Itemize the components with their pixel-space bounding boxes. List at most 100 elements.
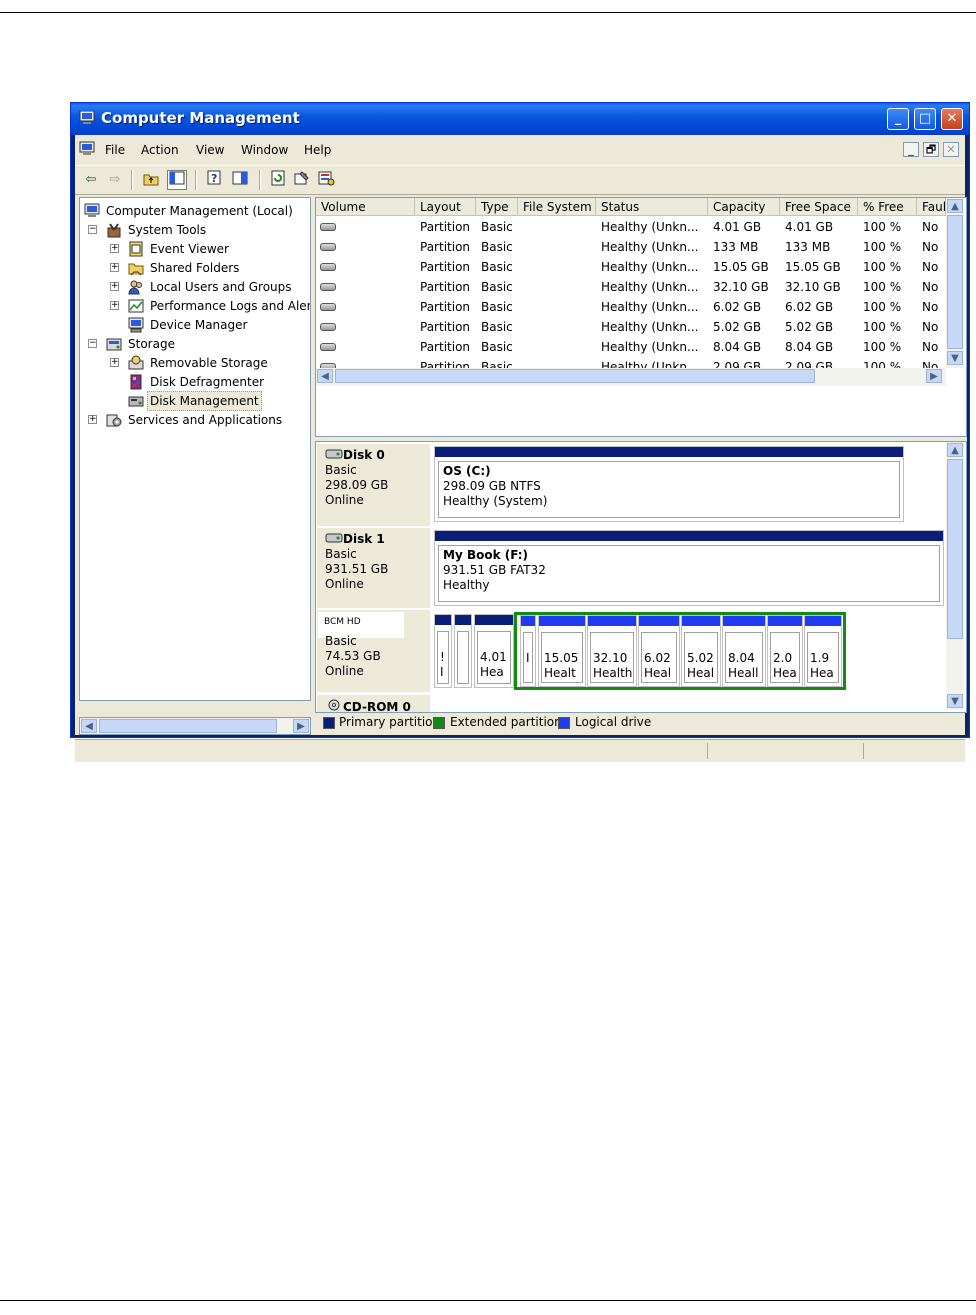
volume-cell[interactable]: 4.01 GB (785, 218, 857, 236)
scroll-right-icon[interactable]: ▶ (926, 369, 942, 383)
disk-vertical-scrollbar[interactable]: ▲ ▼ (946, 442, 964, 710)
column-header-free-space[interactable]: Free Space (780, 198, 858, 216)
volume-cell[interactable]: 133 MB (713, 238, 779, 256)
volume-cell[interactable]: 15.05 GB (713, 258, 779, 276)
collapse-icon[interactable]: − (88, 339, 97, 348)
scrollbar-thumb[interactable] (947, 215, 963, 349)
volume-cell[interactable]: Partition (420, 258, 475, 276)
volume-vertical-scrollbar[interactable]: ▲ ▼ (946, 198, 964, 368)
volume-cell[interactable]: 15.05 GB (785, 258, 857, 276)
scroll-left-icon[interactable]: ◀ (81, 719, 97, 733)
volume-cell[interactable]: No (922, 338, 945, 356)
mdi-close-button[interactable]: ✕ (943, 142, 959, 157)
volume-cell[interactable]: Basic (481, 258, 517, 276)
volume-cell[interactable] (523, 278, 595, 296)
expand-icon[interactable]: + (110, 282, 119, 291)
volume-cell[interactable]: 4.01 GB (713, 218, 779, 236)
volume-cell[interactable]: 100 % (863, 318, 916, 336)
properties-icon[interactable] (293, 170, 313, 190)
scroll-right-icon[interactable]: ▶ (293, 719, 309, 733)
volume-cell[interactable]: 6.02 GB (785, 298, 857, 316)
primary-partition[interactable]: 4.01 Hea (474, 614, 514, 688)
volume-cell[interactable]: No (922, 298, 945, 316)
logical-drive[interactable]: I (520, 615, 536, 687)
menu-window[interactable]: Window (241, 143, 288, 157)
disk-2-label[interactable]: BCM HD Basic 74.53 GB Online (317, 610, 430, 692)
partition-f[interactable]: My Book (F:) 931.51 GB FAT32 Healthy (434, 530, 944, 606)
volume-cell[interactable]: 100 % (863, 218, 916, 236)
logical-drive[interactable]: 2.0 Hea (767, 615, 803, 687)
scrollbar-thumb[interactable] (335, 369, 815, 383)
logical-drive[interactable]: 1.9 Hea (804, 615, 842, 687)
logical-drive[interactable]: 8.04 Heall (722, 615, 766, 687)
up-icon[interactable] (141, 170, 161, 190)
volume-cell[interactable] (523, 218, 595, 236)
volume-cell[interactable] (523, 258, 595, 276)
volume-cell[interactable]: 100 % (863, 298, 916, 316)
volume-cell[interactable]: 5.02 GB (785, 318, 857, 336)
mdi-restore-button[interactable]: 🗗 (923, 142, 939, 157)
disk-1-label[interactable]: Disk 1 Basic 931.51 GB Online (317, 528, 430, 608)
show-hide-tree-icon[interactable] (167, 170, 187, 190)
collapse-icon[interactable]: − (88, 225, 97, 234)
scroll-down-icon[interactable]: ▼ (947, 694, 963, 708)
logical-drive[interactable]: 32.10 Health (587, 615, 637, 687)
volume-cell[interactable] (523, 318, 595, 336)
title-bar[interactable]: Computer Management _ □ ✕ (71, 103, 969, 135)
forward-icon[interactable]: ⇨ (105, 170, 125, 190)
volume-cell[interactable]: Partition (420, 318, 475, 336)
menu-help[interactable]: Help (304, 143, 331, 157)
primary-partition[interactable]: ! I (434, 614, 452, 688)
volume-cell[interactable]: Healthy (Unkn... (601, 298, 707, 316)
column-header-status[interactable]: Status (596, 198, 708, 216)
cdrom-0-label[interactable]: CD-ROM 0 (317, 695, 430, 712)
volume-cell[interactable] (523, 338, 595, 356)
volume-cell[interactable] (523, 238, 595, 256)
volume-cell[interactable]: 8.04 GB (785, 338, 857, 356)
volume-cell[interactable]: 6.02 GB (713, 298, 779, 316)
menu-view[interactable]: View (196, 143, 224, 157)
app-menu-icon[interactable] (79, 141, 95, 157)
volume-cell[interactable]: Basic (481, 218, 517, 236)
scroll-up-icon[interactable]: ▲ (947, 199, 963, 213)
volume-cell[interactable]: Healthy (Unkn... (601, 218, 707, 236)
volume-cell[interactable]: 5.02 GB (713, 318, 779, 336)
volume-cell[interactable]: Basic (481, 238, 517, 256)
expand-icon[interactable]: + (110, 244, 119, 253)
refresh-icon[interactable] (269, 170, 289, 190)
expand-icon[interactable]: + (88, 415, 97, 424)
volume-cell[interactable]: Basic (481, 318, 517, 336)
column-header-file-system[interactable]: File System (518, 198, 596, 216)
volume-cell[interactable]: Healthy (Unkn... (601, 238, 707, 256)
volume-cell[interactable]: 100 % (863, 278, 916, 296)
close-button[interactable]: ✕ (941, 108, 963, 130)
logical-drive[interactable]: 5.02 Heal (681, 615, 721, 687)
scrollbar-thumb[interactable] (947, 459, 963, 639)
minimize-button[interactable]: _ (887, 108, 909, 130)
expand-icon[interactable]: + (110, 263, 119, 272)
column-header-fault[interactable]: Faul (917, 198, 946, 216)
logical-drive[interactable]: 15.05 Healt (538, 615, 586, 687)
volume-cell[interactable]: Partition (420, 278, 475, 296)
tree-horizontal-scrollbar[interactable]: ◀ ▶ (79, 717, 311, 735)
volume-cell[interactable]: No (922, 278, 945, 296)
volume-cell[interactable]: 8.04 GB (713, 338, 779, 356)
volume-cell[interactable]: Healthy (Unkn... (601, 258, 707, 276)
volume-cell[interactable]: Basic (481, 338, 517, 356)
extra-icon[interactable] (317, 170, 337, 190)
partition-c[interactable]: OS (C:) 298.09 GB NTFS Healthy (System) (434, 446, 904, 522)
volume-cell[interactable]: Basic (481, 298, 517, 316)
volume-cell[interactable]: Healthy (Unkn... (601, 318, 707, 336)
volume-cell[interactable]: Partition (420, 218, 475, 236)
volume-cell[interactable]: No (922, 318, 945, 336)
volume-cell[interactable] (523, 298, 595, 316)
menu-file[interactable]: File (105, 143, 125, 157)
volume-cell[interactable]: 100 % (863, 258, 916, 276)
mdi-minimize-button[interactable]: _ (903, 142, 919, 157)
column-header-capacity[interactable]: Capacity (708, 198, 780, 216)
volume-cell[interactable]: No (922, 258, 945, 276)
help-icon[interactable]: ? (205, 170, 225, 190)
scroll-up-icon[interactable]: ▲ (947, 443, 963, 457)
column-header-type[interactable]: Type (476, 198, 518, 216)
volume-cell[interactable]: 100 % (863, 238, 916, 256)
